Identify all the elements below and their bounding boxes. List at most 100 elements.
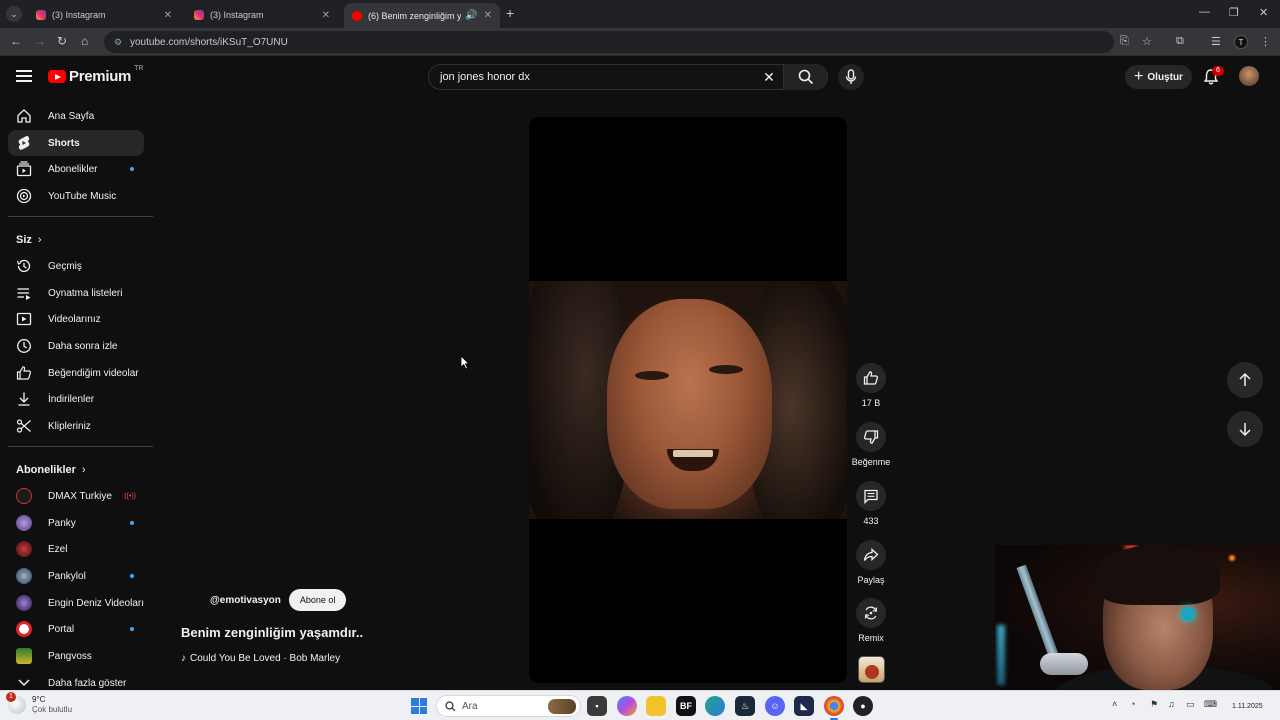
sidebar-channel-dmax-turkiye[interactable]: DMAX Turkiye ((•)) — [8, 483, 144, 509]
close-window-icon[interactable]: ✕ — [1259, 6, 1268, 19]
new-content-dot — [130, 627, 134, 631]
comments-button[interactable]: 433 — [848, 481, 894, 526]
sidebar-item-label: Beğendiğim videolar — [48, 367, 139, 379]
next-short-button[interactable] — [1227, 411, 1263, 447]
share-button[interactable]: Paylaş — [848, 540, 894, 585]
like-button[interactable]: 17 B — [848, 363, 894, 408]
downloads-icon — [16, 391, 32, 407]
user-avatar[interactable] — [1239, 66, 1259, 86]
remix-button[interactable]: Remix — [848, 598, 894, 643]
channel-avatar — [16, 621, 32, 637]
steam-icon[interactable]: ♨ — [735, 696, 755, 716]
file-explorer-icon[interactable] — [646, 696, 666, 716]
new-tab-button[interactable]: + — [506, 5, 514, 21]
sidebar-item-clips[interactable]: Klipleriniz — [8, 413, 144, 439]
site-info-icon[interactable]: ⚙ — [114, 37, 124, 47]
create-button[interactable]: + Oluştur — [1125, 65, 1192, 89]
sidebar-subscriptions-header[interactable]: Abonelikler › — [16, 464, 86, 476]
sidebar-you-header[interactable]: Siz › — [16, 234, 42, 246]
close-tab-icon[interactable]: ✕ — [164, 10, 172, 21]
search-button[interactable] — [783, 64, 827, 90]
tray-chevron-up-icon[interactable]: ˄ — [1112, 699, 1117, 709]
media-app-icon[interactable]: ● — [853, 696, 873, 716]
sidebar-channel-engin-deniz[interactable]: Engin Deniz Videoları — [8, 590, 144, 616]
browser-tab-youtube[interactable]: (6) Benim zenginliğim yaşam 🔊 ✕ — [344, 3, 500, 28]
reload-icon[interactable]: ↻ — [57, 34, 67, 48]
sidebar-item-label: YouTube Music — [48, 190, 117, 202]
visual-studio-icon[interactable]: ◣ — [794, 696, 814, 716]
tray-language-icon[interactable]: ⌨ — [1204, 699, 1217, 710]
short-sound-link[interactable]: ♪ Could You Be Loved · Bob Marley — [181, 653, 340, 664]
voice-search-button[interactable] — [838, 64, 864, 90]
sidebar-channel-panky[interactable]: Panky — [8, 510, 144, 536]
shorts-video-player[interactable] — [529, 117, 847, 683]
address-bar[interactable]: ⚙ youtube.com/shorts/iKSuT_O7UNU — [104, 31, 1114, 53]
tray-app-icon[interactable]: ◔ — [1130, 699, 1135, 709]
arrow-up-icon — [1239, 372, 1251, 386]
sidebar-channel-portal[interactable]: Portal — [8, 616, 144, 642]
browser-tab-instagram-2[interactable]: (3) Instagram ✕ — [186, 4, 338, 26]
dislike-label: Beğenme — [851, 457, 891, 467]
sound-name: Could You Be Loved · Bob Marley — [190, 653, 341, 664]
browser-profile-avatar[interactable]: T — [1234, 35, 1248, 49]
short-title: Benim zenginliğim yaşamdır.. — [181, 625, 364, 640]
sidebar-item-liked-videos[interactable]: Beğendiğim videolar — [8, 360, 144, 386]
sidebar-channel-pangvoss[interactable]: Pangvoss — [8, 643, 144, 669]
close-tab-icon[interactable]: ✕ — [484, 10, 492, 21]
channel-avatar — [16, 648, 32, 664]
media-controls-icon[interactable]: ☰ — [1211, 35, 1221, 48]
task-view-icon[interactable]: ▪ — [587, 696, 607, 716]
close-tab-icon[interactable]: ✕ — [322, 10, 330, 21]
weather-widget[interactable]: 1 9°C Çok bulutlu — [6, 692, 72, 715]
sidebar-channel-ezel[interactable]: Ezel — [8, 536, 144, 562]
menu-hamburger-icon[interactable] — [16, 70, 32, 82]
windows-start-icon[interactable] — [411, 698, 427, 714]
sidebar-item-shorts[interactable]: Shorts — [8, 130, 144, 156]
sound-thumbnail[interactable] — [858, 656, 885, 683]
sidebar-item-subscriptions[interactable]: Abonelikler — [8, 156, 144, 182]
search-box[interactable]: jon jones honor dx ✕ — [428, 64, 828, 90]
sidebar-item-playlists[interactable]: Oynatma listeleri — [8, 280, 144, 306]
tab-title: (6) Benim zenginliğim yaşam — [368, 10, 462, 21]
sidebar-item-home[interactable]: Ana Sayfa — [8, 103, 144, 129]
bf-app-icon[interactable]: BF — [676, 696, 696, 716]
previous-short-button[interactable] — [1227, 362, 1263, 398]
clear-search-icon[interactable]: ✕ — [755, 69, 783, 86]
copilot-icon[interactable] — [617, 696, 637, 716]
sidebar-item-history[interactable]: Geçmiş — [8, 253, 144, 279]
video-eye-left — [635, 371, 669, 380]
search-input[interactable]: jon jones honor dx — [429, 71, 755, 83]
minimize-icon[interactable]: — — [1199, 6, 1210, 18]
sidebar-item-your-videos[interactable]: Videolarınız — [8, 306, 144, 332]
browser-tab-bar: ⌄ (3) Instagram ✕ (3) Instagram ✕ (6) Be… — [0, 0, 1280, 28]
browser-tab-instagram-1[interactable]: (3) Instagram ✕ — [28, 4, 180, 26]
discord-icon[interactable]: ☺ — [765, 696, 785, 716]
back-icon[interactable]: ← — [10, 34, 22, 48]
subscribe-button[interactable]: Abone ol — [288, 589, 347, 611]
bookmark-star-icon[interactable]: ☆ — [1142, 35, 1152, 48]
extensions-icon[interactable]: ⧉ — [1176, 35, 1184, 48]
menu-kebab-icon[interactable]: ⋮ — [1260, 35, 1271, 48]
install-app-icon[interactable]: ⎘ — [1120, 35, 1129, 48]
new-content-dot — [130, 521, 134, 525]
sidebar-item-downloads[interactable]: İndirilenler — [8, 386, 144, 412]
edge-icon[interactable] — [705, 696, 725, 716]
sidebar-item-watch-later[interactable]: Daha sonra izle — [8, 333, 144, 359]
sidebar-item-youtube-music[interactable]: YouTube Music — [8, 183, 144, 209]
tray-volume-icon[interactable]: ♫ — [1168, 699, 1175, 709]
forward-icon[interactable]: → — [34, 34, 46, 48]
chrome-icon[interactable] — [824, 696, 844, 716]
channel-avatar — [16, 515, 32, 531]
channel-handle[interactable]: @emotivasyon — [210, 595, 281, 606]
taskbar-search[interactable]: Ara — [436, 695, 581, 717]
tab-audio-icon[interactable]: 🔊 — [465, 10, 477, 21]
sidebar-item-label: Klipleriniz — [48, 420, 91, 432]
tab-search-chevron-icon[interactable]: ⌄ — [6, 6, 22, 22]
tray-battery-icon[interactable]: ▭ — [1186, 699, 1195, 710]
sidebar-channel-pankylol[interactable]: Pankylol — [8, 563, 144, 589]
home-browser-icon[interactable]: ⌂ — [81, 34, 88, 48]
tray-network-icon[interactable]: ⚑ — [1150, 699, 1158, 710]
restore-icon[interactable]: ❐ — [1229, 6, 1239, 19]
youtube-premium-logo[interactable]: Premium TR — [48, 65, 143, 85]
dislike-button[interactable]: Beğenme — [848, 422, 894, 467]
